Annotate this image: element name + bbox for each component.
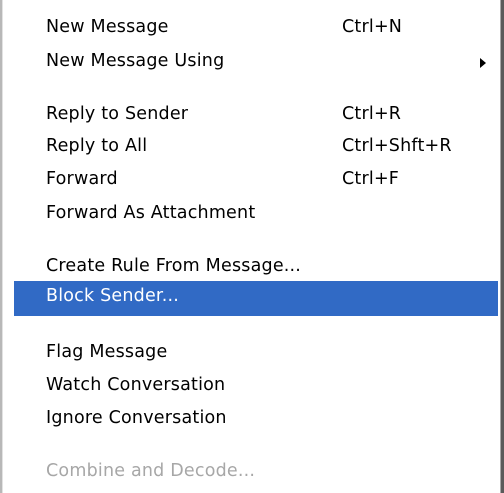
menu-item-block-sender[interactable]: Block Sender... — [14, 281, 498, 316]
submenu-arrow-icon — [480, 58, 486, 68]
menu-item-label: New Message Using — [46, 51, 225, 71]
menu-item-label: Combine and Decode... — [46, 461, 256, 481]
menu-item-label: Flag Message — [46, 342, 168, 362]
menu-item-create-rule[interactable]: Create Rule From Message... — [14, 250, 498, 284]
menu-item-label: Reply to Sender — [46, 104, 189, 124]
menu-item-reply-to-all[interactable]: Reply to All Ctrl+Shft+R — [14, 130, 498, 164]
menu-item-label: Forward As Attachment — [46, 203, 256, 223]
menu-item-shortcut: Ctrl+R — [342, 104, 402, 124]
menu-separator — [14, 320, 498, 324]
menu-item-new-message[interactable]: New Message Ctrl+N — [14, 11, 498, 45]
menu-border-left-inner — [2, 0, 3, 493]
menu-separator — [14, 84, 498, 88]
menu-border-right-inner — [500, 0, 501, 493]
menu-item-forward[interactable]: Forward Ctrl+F — [14, 163, 498, 197]
menu-item-reply-to-sender[interactable]: Reply to Sender Ctrl+R — [14, 98, 498, 132]
menu-item-watch-conversation[interactable]: Watch Conversation — [14, 369, 498, 403]
menu-item-flag-message[interactable]: Flag Message — [14, 336, 498, 370]
menu-item-forward-as-attachment[interactable]: Forward As Attachment — [14, 197, 498, 231]
menu-item-shortcut: Ctrl+Shft+R — [342, 136, 452, 156]
menu-item-shortcut: Ctrl+F — [342, 169, 400, 189]
menu-item-label: Reply to All — [46, 136, 148, 156]
context-menu: New Message Ctrl+N New Message Using Rep… — [0, 0, 504, 493]
menu-item-label: Create Rule From Message... — [46, 256, 302, 276]
menu-item-label: Block Sender... — [46, 286, 180, 306]
menu-item-label: Ignore Conversation — [46, 408, 227, 428]
menu-item-ignore-conversation[interactable]: Ignore Conversation — [14, 402, 498, 436]
menu-item-shortcut: Ctrl+N — [342, 17, 403, 37]
menu-item-new-message-using[interactable]: New Message Using — [14, 45, 498, 79]
menu-item-combine-and-decode: Combine and Decode... — [14, 455, 498, 489]
menu-item-label: New Message — [46, 17, 169, 37]
menu-item-label: Watch Conversation — [46, 375, 226, 395]
menu-item-label: Forward — [46, 169, 118, 189]
menu-separator — [14, 236, 498, 240]
menu-separator — [14, 441, 498, 445]
